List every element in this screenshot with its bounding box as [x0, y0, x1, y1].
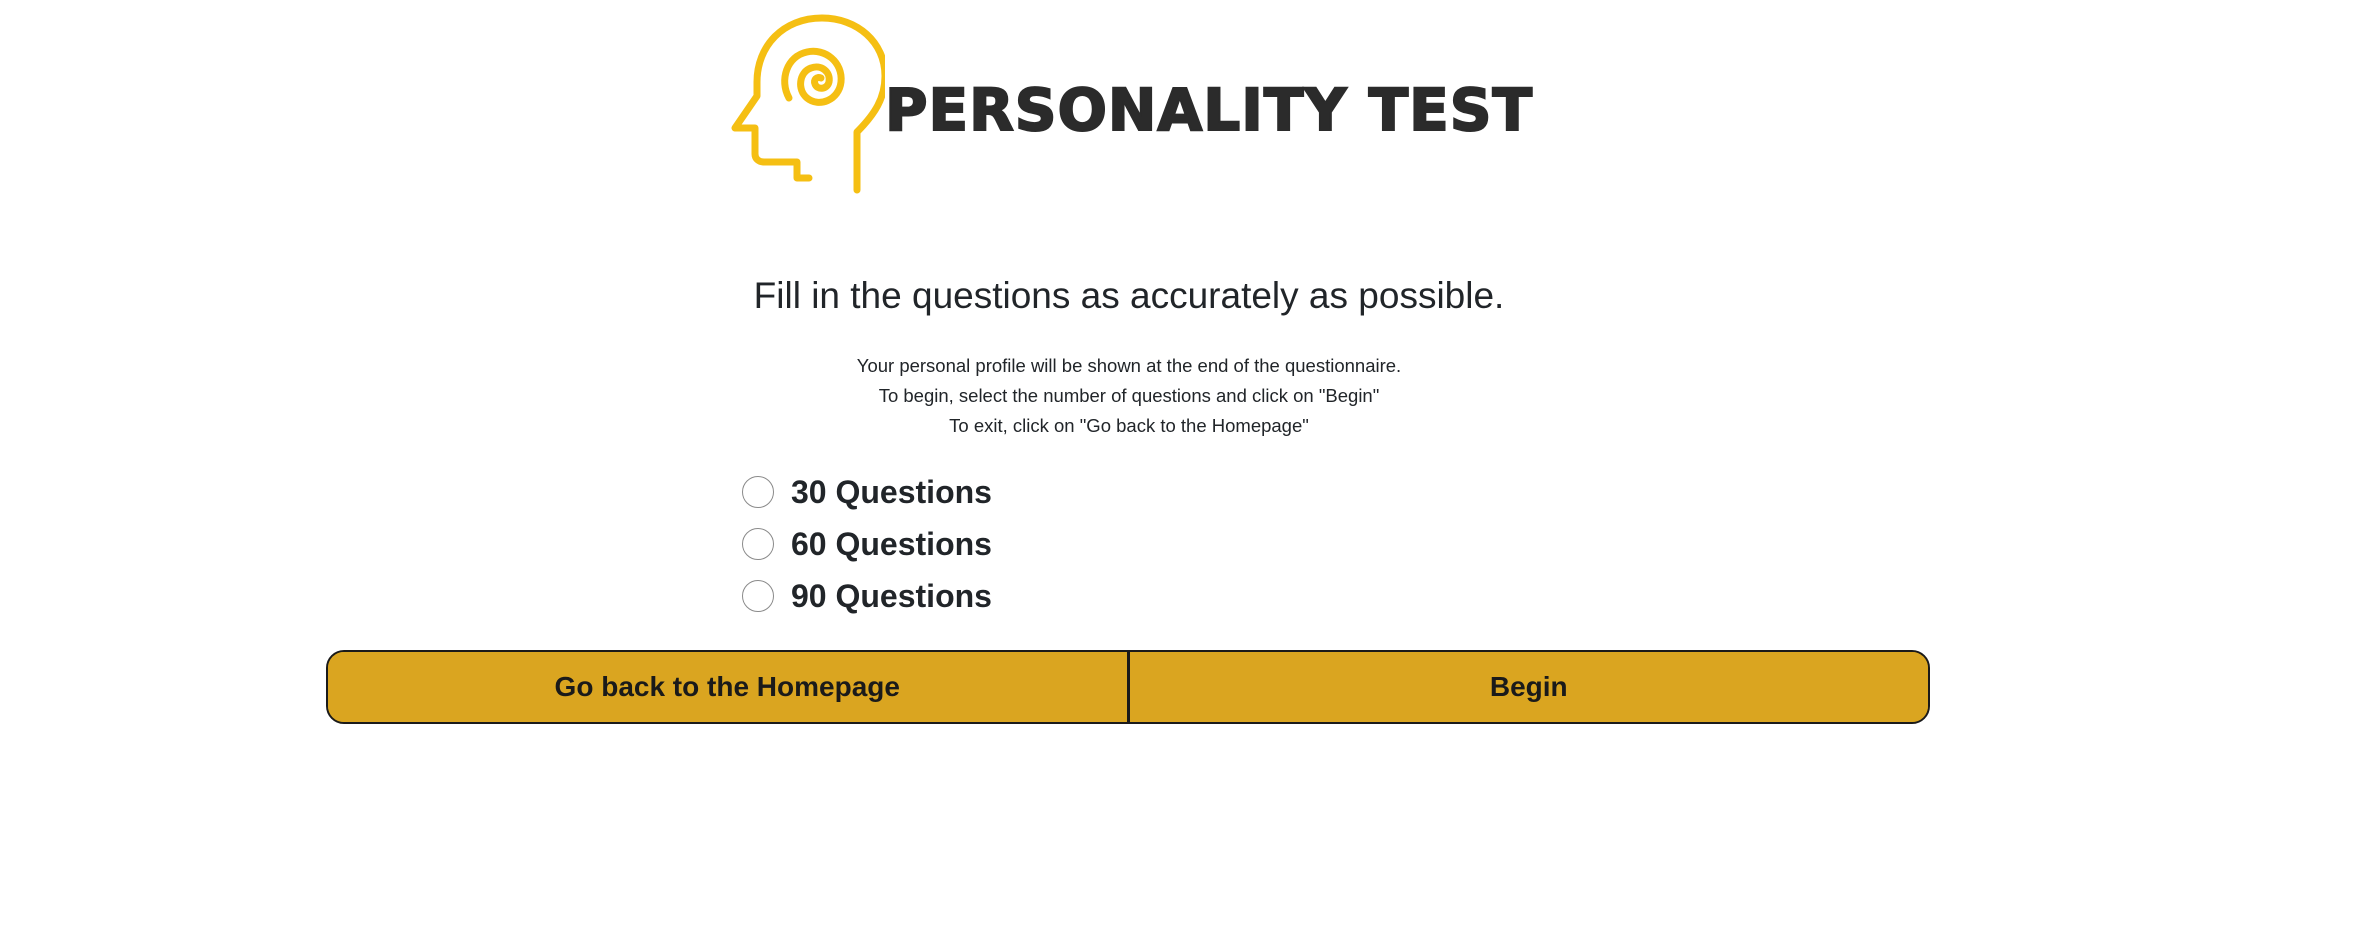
option-label[interactable]: 30 Questions	[791, 474, 992, 511]
radio-90-questions[interactable]	[742, 580, 774, 612]
option-90-questions[interactable]: 90 Questions	[742, 570, 992, 622]
logo: PERSONALITY TEST	[725, 14, 1533, 194]
radio-60-questions[interactable]	[742, 528, 774, 560]
intro-line: Your personal profile will be shown at t…	[856, 355, 1402, 376]
radio-30-questions[interactable]	[742, 476, 774, 508]
option-label[interactable]: 90 Questions	[791, 578, 992, 615]
action-button-group: Go back to the Homepage Begin	[326, 650, 1930, 724]
head-spiral-icon	[731, 14, 885, 194]
logo-text: PERSONALITY TEST	[884, 75, 1534, 145]
back-to-homepage-button[interactable]: Go back to the Homepage	[328, 652, 1127, 722]
option-30-questions[interactable]: 30 Questions	[742, 466, 992, 518]
option-60-questions[interactable]: 60 Questions	[742, 518, 992, 570]
option-label[interactable]: 60 Questions	[791, 526, 992, 563]
page: PERSONALITY TEST Fill in the questions a…	[0, 0, 2364, 946]
intro-line: To begin, select the number of questions…	[878, 385, 1380, 406]
intro-line: To exit, click on "Go back to the Homepa…	[949, 415, 1309, 436]
begin-button[interactable]: Begin	[1126, 652, 1928, 722]
intro-text: Your personal profile will be shown at t…	[0, 351, 2258, 441]
page-heading: Fill in the questions as accurately as p…	[753, 275, 1505, 316]
question-count-options: 30 Questions 60 Questions 90 Questions	[742, 466, 992, 622]
